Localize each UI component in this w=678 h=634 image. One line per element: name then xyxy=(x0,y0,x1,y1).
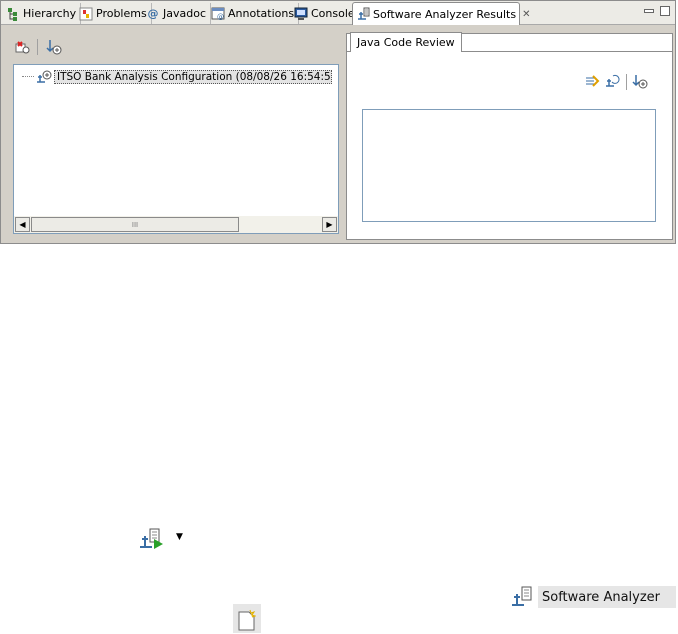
delete-results-icon[interactable] xyxy=(13,38,31,56)
tab-javadoc[interactable]: @ Javadoc xyxy=(143,3,211,24)
scroll-left-button[interactable]: ◀ xyxy=(15,217,30,232)
refresh-review-icon[interactable] xyxy=(604,73,620,89)
analysis-config-icon xyxy=(36,70,52,84)
tab-hierarchy[interactable]: Hierarchy xyxy=(3,3,82,24)
tab-label: Software Analyzer Results xyxy=(373,7,517,21)
java-code-review-panel: Java Code Review xyxy=(346,32,673,240)
tree-connector xyxy=(22,76,34,77)
javadoc-icon: @ xyxy=(147,6,159,20)
import-review-icon[interactable] xyxy=(632,73,648,89)
tab-software-analyzer-results[interactable]: Software Analyzer Results ✕ xyxy=(352,2,530,25)
toolbar-separator xyxy=(626,74,627,90)
tab-java-code-review[interactable]: Java Code Review xyxy=(350,32,462,52)
scroll-right-button[interactable]: ▶ xyxy=(322,217,337,232)
view-tabbar: Hierarchy Problems @ Javadoc @ Annotatio… xyxy=(1,1,675,25)
tab-label: Annotations xyxy=(228,7,295,20)
tab-problems[interactable]: Problems xyxy=(76,3,152,24)
hierarchy-icon xyxy=(6,7,20,21)
svg-text:@: @ xyxy=(217,13,224,21)
new-file-icon xyxy=(238,609,257,634)
results-tree[interactable]: ITSO Bank Analysis Configuration (08/08/… xyxy=(13,64,339,234)
run-analysis-icon xyxy=(138,527,166,554)
software-analyzer-icon xyxy=(510,585,534,609)
minimize-icon[interactable] xyxy=(644,9,654,13)
software-analyzer-results-view: Hierarchy Problems @ Javadoc @ Annotatio… xyxy=(0,0,676,244)
review-details-area[interactable] xyxy=(362,109,656,222)
tab-label: Javadoc xyxy=(163,7,206,20)
chevron-down-icon[interactable]: ▼ xyxy=(176,532,183,542)
import-results-icon[interactable] xyxy=(45,38,63,56)
tab-console[interactable]: Console xyxy=(291,3,360,24)
new-configuration-button[interactable] xyxy=(233,604,261,633)
horizontal-scrollbar[interactable]: ◀ III ▶ xyxy=(14,216,338,233)
software-analyzer-icon xyxy=(356,7,370,21)
tree-item[interactable]: ITSO Bank Analysis Configuration (08/08/… xyxy=(22,69,332,84)
scrollbar-thumb[interactable]: III xyxy=(31,217,239,232)
annotations-icon: @ xyxy=(211,7,225,21)
tab-label: Hierarchy xyxy=(23,7,77,20)
tab-label: Problems xyxy=(96,7,147,20)
close-icon[interactable]: ✕ xyxy=(522,9,530,20)
problems-icon xyxy=(79,7,93,21)
view-content: ITSO Bank Analysis Configuration (08/08/… xyxy=(3,26,673,241)
results-pane: ITSO Bank Analysis Configuration (08/08/… xyxy=(7,30,340,236)
toolbar-separator xyxy=(37,39,38,55)
tree-item-label: ITSO Bank Analysis Configuration (08/08/… xyxy=(54,69,332,84)
tab-annotations[interactable]: @ Annotations xyxy=(208,3,300,24)
software-analyzer-label: Software Analyzer xyxy=(538,586,676,608)
console-icon xyxy=(294,7,308,21)
show-source-icon[interactable] xyxy=(584,73,600,89)
maximize-icon[interactable] xyxy=(660,6,670,16)
tab-label: Console xyxy=(311,7,355,20)
run-analysis-dropdown[interactable]: ▼ xyxy=(138,527,188,551)
